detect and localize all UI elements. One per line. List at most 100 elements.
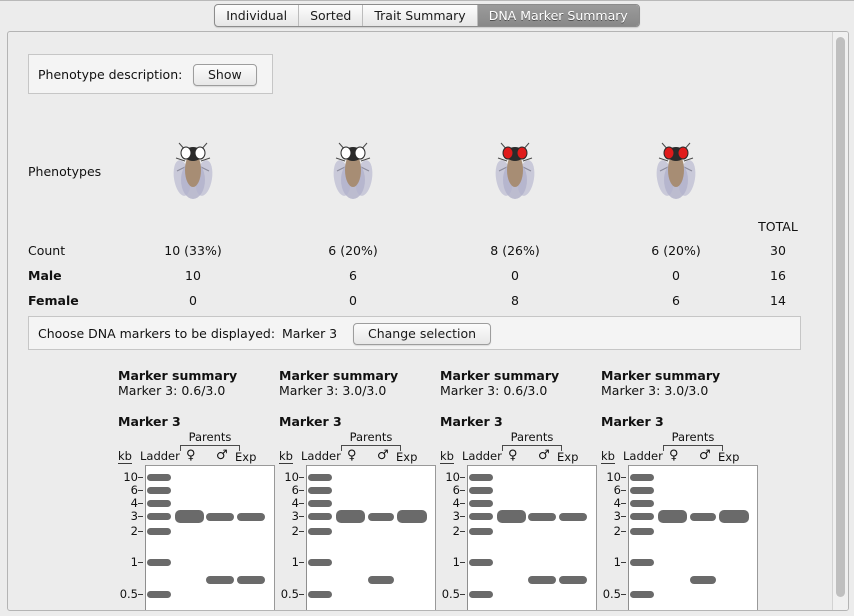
marker-summary-detail-2: Marker 3: 3.0/3.0	[279, 383, 387, 398]
gel-axis-line-3	[467, 465, 468, 610]
gel-axis-line-2	[306, 465, 307, 610]
ladder-tick-0.5-1: 0.5	[119, 587, 143, 601]
marker-summary-2: Marker summary Marker 3: 3.0/3.0	[279, 368, 398, 398]
ladder-tick-3-4: 3	[601, 509, 626, 523]
ladder-label-2: Ladder	[301, 449, 341, 463]
ladder-band-1-1	[147, 559, 171, 566]
ladder-band-10-1	[147, 474, 171, 481]
female-value-1: 0	[189, 293, 197, 308]
ladder-band-1-4	[630, 559, 654, 566]
gel-title-1: Marker 3	[118, 414, 181, 429]
male-symbol-1: ♂	[216, 448, 228, 463]
ladder-band-1-3	[469, 559, 493, 566]
male-lane-band-0.6kb-3	[528, 576, 556, 584]
ladder-tick-2-4: 2	[601, 524, 626, 538]
dna-marker-label: Choose DNA markers to be displayed:	[38, 326, 276, 341]
count-value-3: 8 (26%)	[490, 243, 540, 258]
ladder-band-1-2	[308, 559, 332, 566]
ladder-band-6-1	[147, 487, 171, 494]
male-value-4: 0	[672, 268, 680, 283]
marker-summary-title-4: Marker summary	[601, 368, 721, 383]
marker-summary-1: Marker summary Marker 3: 0.6/3.0	[118, 368, 237, 398]
ladder-tick-10-3: 10	[440, 470, 465, 484]
male-symbol-3: ♂	[538, 448, 550, 463]
kb-label-2: kb	[279, 449, 293, 464]
male-symbol-2: ♂	[377, 448, 389, 463]
gel-axis-line-1	[145, 465, 146, 610]
male-lane-band-0.6kb-2	[368, 576, 394, 584]
ladder-tick-4-2: 4	[279, 496, 304, 510]
ladder-tick-1-3: 1	[440, 555, 465, 569]
show-button[interactable]: Show	[193, 64, 257, 86]
ladder-tick-3-3: 3	[440, 509, 465, 523]
ladder-tick-6-3: 6	[440, 483, 465, 497]
ladder-band-2-4	[630, 528, 654, 535]
exp-label-1: Exp	[235, 450, 257, 464]
ladder-tick-4-4: 4	[601, 496, 626, 510]
ladder-band-0.5-1	[147, 591, 171, 598]
vertical-scrollbar-track[interactable]	[832, 32, 848, 610]
ladder-tick-1-2: 1	[279, 555, 304, 569]
male-lane-band-0.6kb-1	[206, 576, 234, 584]
ladder-tick-2-1: 2	[118, 524, 143, 538]
phenotype-description-label: Phenotype description:	[38, 67, 183, 82]
tab-dna-marker-summary[interactable]: DNA Marker Summary	[477, 4, 639, 26]
parents-label-2: Parents	[349, 430, 393, 444]
count-value-1: 10 (33%)	[164, 243, 222, 258]
gel-title-4: Marker 3	[601, 414, 664, 429]
phenotypes-label: Phenotypes	[28, 164, 102, 179]
ladder-tick-0.5-2: 0.5	[280, 587, 304, 601]
female-value-2: 0	[349, 293, 357, 308]
gel-axis-line-4	[628, 465, 629, 610]
ladder-band-6-3	[469, 487, 493, 494]
exp-label-2: Exp	[396, 450, 418, 464]
female-lane-band-3kb-1	[175, 510, 204, 523]
female-total: 14	[770, 293, 786, 308]
count-value-4: 6 (20%)	[651, 243, 701, 258]
ladder-tick-10-1: 10	[118, 470, 143, 484]
marker-summary-3: Marker summary Marker 3: 0.6/3.0	[440, 368, 559, 398]
tab-individual[interactable]: Individual	[215, 4, 300, 26]
male-lane-band-3kb-4	[690, 513, 716, 521]
ladder-band-10-3	[469, 474, 493, 481]
ladder-band-0.5-2	[308, 591, 332, 598]
ladder-band-0.5-3	[469, 591, 493, 598]
ladder-tick-0.5-3: 0.5	[441, 587, 465, 601]
exp-lane-band-3kb-1	[237, 513, 265, 521]
exp-lane-band-3kb-2	[397, 510, 427, 523]
ladder-band-10-4	[630, 474, 654, 481]
row-label-count: Count	[28, 243, 66, 258]
total-header: TOTAL	[758, 219, 798, 234]
kb-label-3: kb	[440, 449, 454, 464]
ladder-band-4-4	[630, 500, 654, 507]
ladder-tick-0.5-4: 0.5	[602, 587, 626, 601]
exp-lane-band-0.6kb-3	[559, 576, 587, 584]
change-selection-button[interactable]: Change selection	[353, 323, 492, 345]
exp-label-4: Exp	[718, 450, 740, 464]
tab-sorted[interactable]: Sorted	[299, 4, 364, 26]
gel-panel-4: Marker 3 Parents kb Ladder ♀ ♂ Exp 10 6 …	[601, 414, 758, 610]
parents-label-1: Parents	[188, 430, 232, 444]
male-lane-band-3kb-1	[206, 513, 234, 521]
gel-title-2: Marker 3	[279, 414, 342, 429]
fly-phenotype-3-red-eyed-icon	[495, 142, 535, 199]
marker-summary-title-1: Marker summary	[118, 368, 238, 383]
female-symbol-1: ♀	[186, 448, 196, 463]
male-value-3: 0	[511, 268, 519, 283]
tab-bar: Individual Sorted Trait Summary DNA Mark…	[0, 0, 854, 30]
ladder-band-6-2	[308, 487, 332, 494]
ladder-tick-6-1: 6	[118, 483, 143, 497]
ladder-label-1: Ladder	[140, 449, 180, 463]
parents-label-4: Parents	[671, 430, 715, 444]
ladder-tick-3-1: 3	[118, 509, 143, 523]
scroll-content: Phenotype description: Show Phenotypes T…	[8, 32, 833, 610]
tab-trait-summary[interactable]: Trait Summary	[363, 4, 478, 26]
female-value-4: 6	[672, 293, 680, 308]
dna-marker-value: Marker 3	[282, 326, 338, 341]
exp-lane-band-0.6kb-1	[237, 576, 265, 584]
ladder-tick-2-2: 2	[279, 524, 304, 538]
vertical-scrollbar-thumb[interactable]	[836, 37, 845, 597]
phenotype-description-box: Phenotype description: Show	[28, 54, 273, 94]
ladder-band-6-4	[630, 487, 654, 494]
gel-panel-1: Marker 3 Parents kb Ladder ♀ ♂ Exp 10 6 …	[118, 414, 275, 610]
